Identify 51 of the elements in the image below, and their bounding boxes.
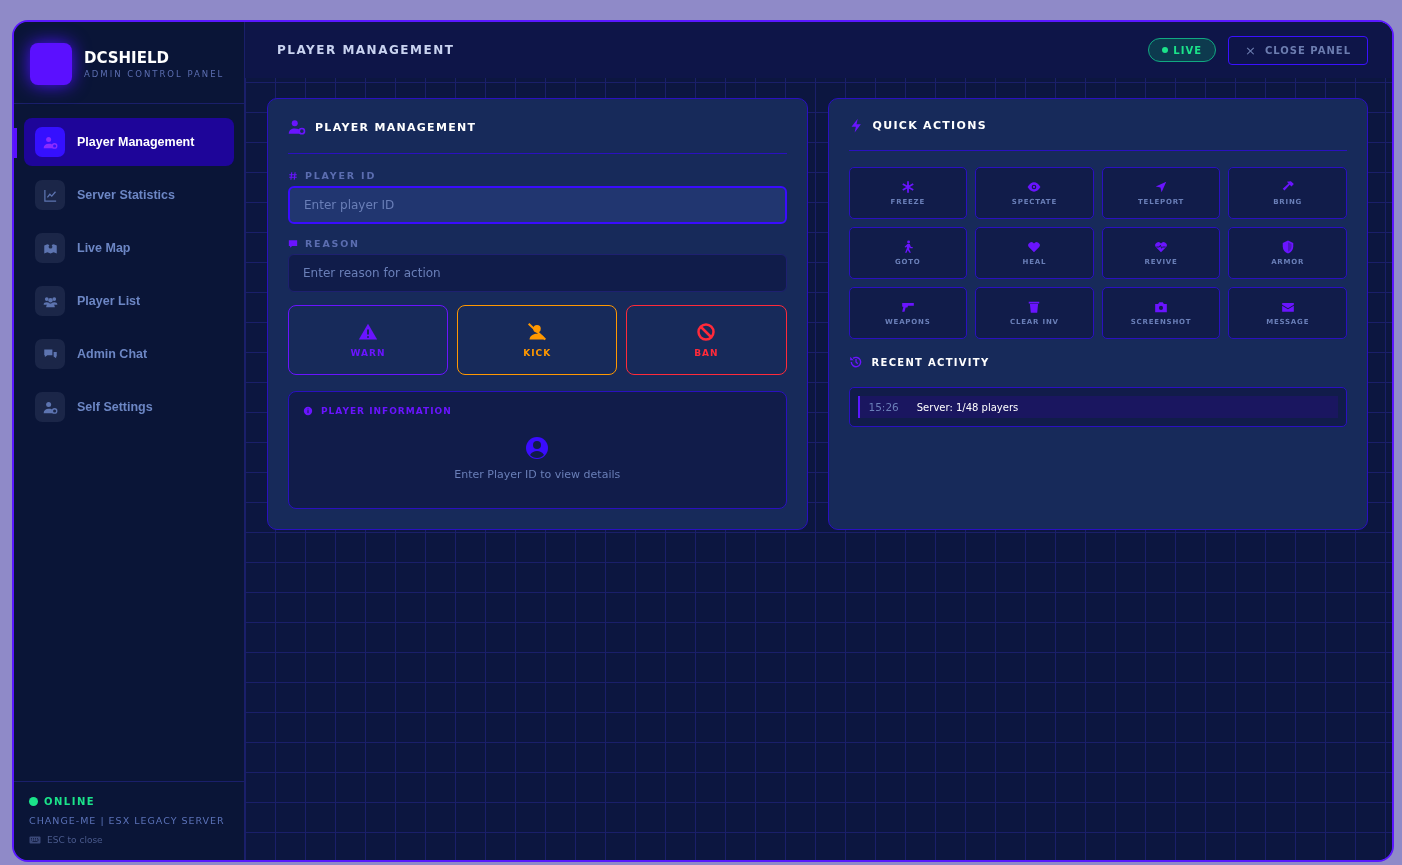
user-slash-icon [527,322,548,343]
sidebar-item[interactable]: Admin Chat [24,330,234,378]
history-icon [848,355,863,369]
info-title: PLAYER INFORMATION [321,406,452,417]
server-name: CHANGE-ME | ESX LEGACY SERVER [29,815,226,826]
field-label: PLAYER ID [305,170,377,181]
brand-title: DCSHIELD [84,49,170,67]
sidebar-item[interactable]: Self Settings [24,383,234,431]
keyboard-icon [29,834,41,846]
user-gear-icon [288,118,306,136]
envelope-icon [1280,300,1295,314]
user-circle-icon [525,436,550,461]
action-button[interactable]: BAN [626,305,787,376]
input-field[interactable]: Enter player ID [288,186,787,225]
sidebar-item[interactable]: Live Map [24,224,234,272]
live-badge: LIVE [1148,38,1216,62]
user-gear-icon [42,399,58,415]
gun-icon [900,300,915,314]
logo-icon [30,43,72,85]
sidebar-item[interactable]: Player List [24,277,234,325]
info-message: Enter Player ID to view details [454,468,621,482]
status-label: ONLINE [44,796,96,807]
close-panel-button[interactable]: × CLOSE PANEL [1228,35,1368,65]
card-title: QUICK ACTIONS [872,119,987,132]
arrow-icon [1154,180,1169,194]
brand-subtitle: ADMIN CONTROL PANEL [84,69,225,79]
user-gear-icon [42,134,58,150]
camera-icon [1154,300,1169,314]
input-field[interactable]: Enter reason for action [288,254,787,293]
page-title: PLAYER MANAGEMENT [277,43,455,57]
eye-icon [1027,180,1042,194]
hammer-icon [1280,180,1295,194]
chart-icon [42,187,58,203]
heart-pulse-icon [1154,240,1169,254]
trash-icon [1027,300,1042,314]
snowflake-icon [900,180,915,194]
heart-icon [1027,240,1042,254]
sidebar-item[interactable]: Server Statistics [24,171,234,219]
info-icon [303,406,313,417]
action-button[interactable]: KICK [457,305,618,376]
warning-icon [358,322,379,343]
field-label: REASON [305,238,360,250]
activity-text: Server: 1/48 players [916,401,1019,413]
hash-icon [288,170,298,181]
activity-time: 15:26 [868,401,899,413]
ban-icon [696,322,717,343]
card-title: PLAYER MANAGEMENT [315,120,477,134]
close-hint: ESC to close [47,835,103,845]
section-title: RECENT ACTIVITY [871,356,990,368]
comment-icon [288,238,298,249]
shield-icon [1280,240,1295,254]
